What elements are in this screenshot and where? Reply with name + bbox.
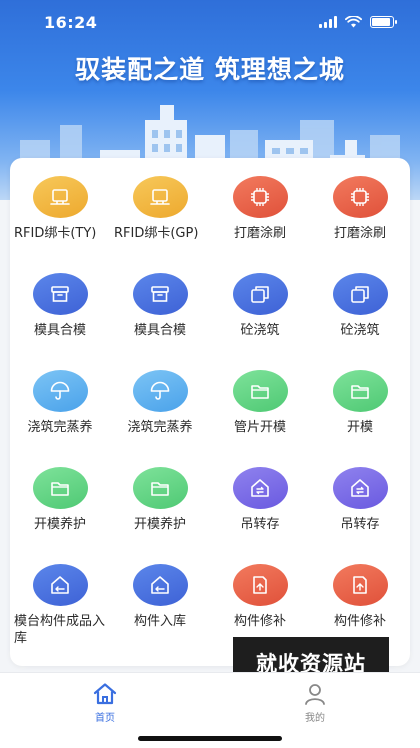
function-grid-card: RFID绑卡(TY) RFID绑卡(GP) 打磨涂刷 打磨涂刷模具合模 模具合模 砼浇筑 砼… bbox=[10, 158, 410, 666]
grid-tile[interactable]: RFID绑卡(GP) bbox=[110, 172, 210, 269]
grid-tile[interactable]: 管片开模 bbox=[210, 366, 310, 463]
grid-tile-label: 吊转存 bbox=[240, 517, 280, 532]
grinder-icon bbox=[332, 176, 388, 218]
grid-tile[interactable]: 构件入库 bbox=[110, 560, 210, 657]
grid-tile[interactable]: 打磨涂刷 bbox=[310, 172, 410, 269]
grid-tile[interactable]: 开模养护 bbox=[110, 463, 210, 560]
folder-icon bbox=[132, 467, 188, 509]
grid-tile[interactable]: 模具合模 bbox=[10, 269, 110, 366]
battery-level bbox=[372, 18, 390, 26]
folder-icon bbox=[332, 370, 388, 412]
grid-tile[interactable]: RFID绑卡(TY) bbox=[10, 172, 110, 269]
tab-mine[interactable]: 我的 bbox=[285, 681, 345, 724]
grid-tile-label: 浇筑完蒸养 bbox=[27, 420, 93, 435]
user-profile-icon bbox=[305, 684, 325, 705]
layers-icon bbox=[332, 273, 388, 315]
grid-tile-label: 构件修补 bbox=[233, 614, 286, 629]
warehouse-inbound-icon bbox=[132, 564, 188, 606]
cellular-signal-icon bbox=[319, 16, 337, 28]
layers-icon bbox=[232, 273, 288, 315]
mold-box-icon bbox=[132, 273, 188, 315]
grid-tile-label: 开模养护 bbox=[33, 517, 86, 532]
grid-tile-label: 开模 bbox=[346, 420, 373, 435]
grid-tile[interactable]: 砼浇筑 bbox=[310, 269, 410, 366]
grid-tile-label: 吊转存 bbox=[340, 517, 380, 532]
grid-tile-label: 开模养护 bbox=[133, 517, 186, 532]
grid-tile-label: 构件修补 bbox=[333, 614, 386, 629]
home-indicator bbox=[138, 736, 282, 741]
grid-tile[interactable]: 模具合模 bbox=[110, 269, 210, 366]
grid-tile-label: 砼浇筑 bbox=[240, 323, 280, 338]
status-icons bbox=[319, 16, 397, 28]
grid-tile-label: 管片开模 bbox=[233, 420, 286, 435]
grinder-icon bbox=[232, 176, 288, 218]
grid-tile[interactable]: 吊转存 bbox=[310, 463, 410, 560]
grid-tile[interactable]: 开模 bbox=[310, 366, 410, 463]
function-grid: RFID绑卡(TY) RFID绑卡(GP) 打磨涂刷 打磨涂刷模具合模 模具合模 砼浇筑 砼… bbox=[10, 172, 410, 657]
warehouse-transfer-icon bbox=[232, 467, 288, 509]
status-bar: 16:24 bbox=[0, 0, 420, 44]
grid-tile-label: 模具合模 bbox=[33, 323, 86, 338]
grid-tile[interactable]: 浇筑完蒸养 bbox=[10, 366, 110, 463]
grid-tile[interactable]: 打磨涂刷 bbox=[210, 172, 310, 269]
card-reader-icon bbox=[132, 176, 188, 218]
grid-tile[interactable]: 开模养护 bbox=[10, 463, 110, 560]
grid-tile[interactable]: 砼浇筑 bbox=[210, 269, 310, 366]
grid-tile-label: 浇筑完蒸养 bbox=[127, 420, 193, 435]
repair-doc-icon bbox=[232, 564, 288, 606]
card-reader-icon bbox=[32, 176, 88, 218]
status-time: 16:24 bbox=[44, 12, 98, 32]
grid-tile[interactable]: 吊转存 bbox=[210, 463, 310, 560]
warehouse-transfer-icon bbox=[332, 467, 388, 509]
warehouse-inbound-icon bbox=[32, 564, 88, 606]
umbrella-icon bbox=[32, 370, 88, 412]
tab-home-label: 首页 bbox=[95, 713, 115, 724]
wifi-icon bbox=[345, 16, 362, 28]
battery-icon bbox=[370, 16, 397, 28]
grid-tile[interactable]: 模台构件成品入库 bbox=[10, 560, 110, 657]
mold-box-icon bbox=[32, 273, 88, 315]
folder-icon bbox=[32, 467, 88, 509]
grid-tile-label: 打磨涂刷 bbox=[233, 226, 286, 241]
grid-tile-label: 模台构件成品入库 bbox=[14, 614, 106, 646]
repair-doc-icon bbox=[332, 564, 388, 606]
grid-tile-label: 构件入库 bbox=[133, 614, 186, 629]
tab-mine-label: 我的 bbox=[305, 713, 325, 724]
grid-tile-label: 打磨涂刷 bbox=[333, 226, 386, 241]
grid-tile-label: RFID绑卡(GP) bbox=[114, 226, 199, 241]
grid-tile-label: RFID绑卡(TY) bbox=[14, 226, 97, 241]
umbrella-icon bbox=[132, 370, 188, 412]
grid-tile-label: 模具合模 bbox=[133, 323, 186, 338]
grid-tile[interactable]: 浇筑完蒸养 bbox=[110, 366, 210, 463]
tab-home[interactable]: 首页 bbox=[75, 681, 135, 724]
grid-tile-label: 砼浇筑 bbox=[340, 323, 380, 338]
home-icon bbox=[93, 683, 117, 705]
folder-icon bbox=[232, 370, 288, 412]
